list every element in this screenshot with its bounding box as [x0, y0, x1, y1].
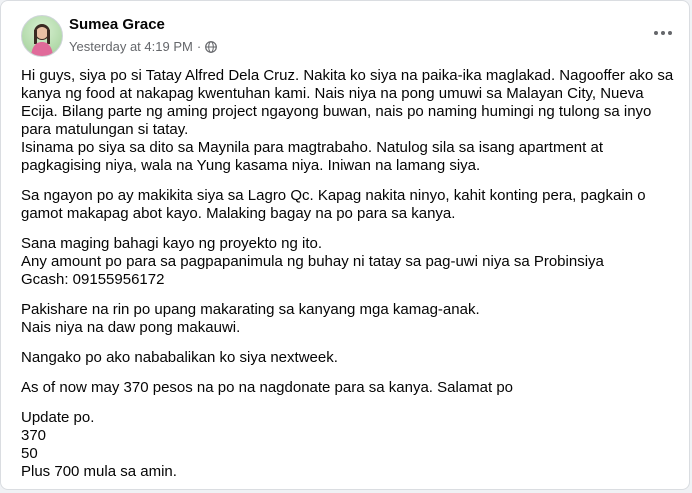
text-line: Isinama po siya sa dito sa Maynila para … — [21, 139, 603, 156]
text-line: 370 — [21, 427, 47, 444]
paragraph-7: Update po. 370 50 Plus 700 mula sa amin. — [21, 409, 661, 481]
text-line: gamot makapag abot kayo. Malaking bagay … — [21, 205, 456, 222]
author-name[interactable]: Sumea Grace — [69, 16, 165, 33]
post-card: Sumea Grace Yesterday at 4:19 PM · Hi gu… — [0, 0, 690, 490]
text-line: pagkagising niya, wala na Yung kasama ni… — [21, 157, 481, 174]
paragraph-1: Hi guys, siya po si Tatay Alfred Dela Cr… — [21, 67, 674, 175]
globe-icon[interactable] — [205, 40, 218, 53]
post-header: Sumea Grace Yesterday at 4:19 PM · — [17, 13, 677, 57]
post-meta: Yesterday at 4:19 PM · — [69, 39, 218, 54]
text-line: kanya ng food at nakapag kwentuhan kami.… — [21, 85, 644, 102]
text-line: Any amount po para sa pagpapanimula ng b… — [21, 253, 604, 270]
paragraph-2: Sa ngayon po ay makikita siya sa Lagro Q… — [21, 187, 661, 223]
post-timestamp[interactable]: Yesterday at 4:19 PM — [69, 39, 193, 54]
text-line: Nangako po ako nababalikan ko siya nextw… — [21, 349, 338, 366]
text-line: As of now may 370 pesos na po na nagdona… — [21, 379, 513, 396]
avatar[interactable] — [21, 15, 63, 57]
text-line: Plus 700 mula sa amin. — [21, 463, 177, 480]
text-line: 50 — [21, 445, 38, 462]
text-line: Gcash: 09155956172 — [21, 271, 165, 288]
paragraph-4: Pakishare na rin po upang makarating sa … — [21, 301, 661, 337]
text-line: Sa ngayon po ay makikita siya sa Lagro Q… — [21, 187, 646, 204]
text-line: Sana maging bahagi kayo ng proyekto ng i… — [21, 235, 323, 252]
text-line: Update po. — [21, 409, 95, 426]
text-line: Ecija. Bilang parte ng aming project nga… — [21, 103, 652, 120]
paragraph-5: Nangako po ako nababalikan ko siya nextw… — [21, 349, 661, 367]
text-line: Hi guys, siya po si Tatay Alfred Dela Cr… — [21, 67, 674, 84]
meta-separator: · — [196, 39, 202, 54]
more-horizontal-icon[interactable] — [649, 21, 677, 45]
text-line: Nais niya na daw pong makauwi. — [21, 319, 241, 336]
text-line: para matulungan si tatay. — [21, 121, 189, 138]
avatar-photo — [31, 24, 53, 56]
paragraph-6: As of now may 370 pesos na po na nagdona… — [21, 379, 661, 397]
post-body: Hi guys, siya po si Tatay Alfred Dela Cr… — [21, 67, 674, 493]
paragraph-3: Sana maging bahagi kayo ng proyekto ng i… — [21, 235, 661, 289]
text-line: Pakishare na rin po upang makarating sa … — [21, 301, 480, 318]
